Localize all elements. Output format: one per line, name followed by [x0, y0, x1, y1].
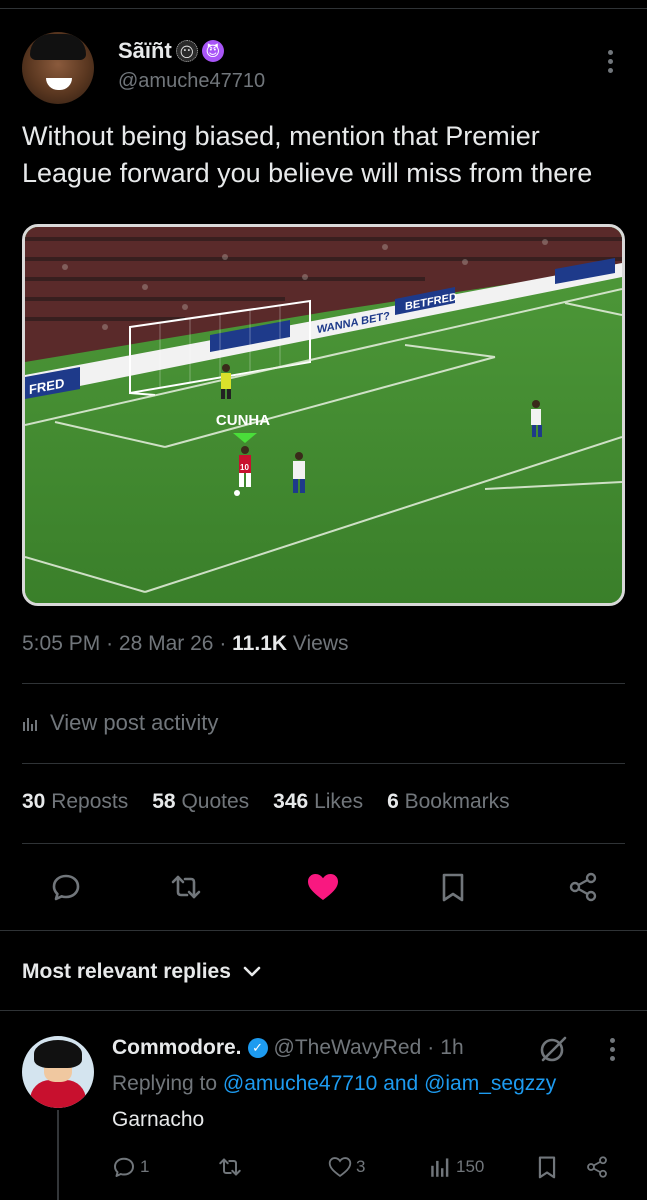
post-action-bar: [0, 862, 647, 912]
more-options-icon[interactable]: [600, 50, 620, 78]
post-text: Without being biased, mention that Premi…: [22, 121, 593, 188]
player-label: CUNHA: [216, 412, 270, 429]
reply-author-handle[interactable]: @TheWavyRed: [274, 1036, 422, 1060]
share-icon: [569, 872, 597, 902]
divider: [22, 843, 625, 844]
repost-button[interactable]: [166, 862, 206, 912]
reposts-stat[interactable]: 30 Reposts: [22, 790, 128, 814]
share-button[interactable]: [563, 862, 603, 912]
quotes-stat[interactable]: 58 Quotes: [152, 790, 249, 814]
chevron-down-icon: [243, 966, 261, 977]
emoji-neutral-face: 😶: [175, 40, 198, 62]
reply-icon: [52, 874, 80, 901]
section-divider: [0, 1010, 647, 1011]
reply-more-options-icon[interactable]: [604, 1038, 620, 1064]
views-label: Views: [292, 632, 349, 655]
replying-to-user-1[interactable]: @amuche47710: [223, 1072, 377, 1095]
top-divider: [0, 8, 647, 9]
share-icon: [587, 1156, 607, 1178]
reply-icon: [114, 1157, 134, 1177]
bookmarks-stat[interactable]: 6 Bookmarks: [387, 790, 510, 814]
reply-time: 1h: [440, 1036, 464, 1059]
replying-to-line: Replying to @amuche47710 and @iam_segzzy: [112, 1072, 557, 1095]
reply-replies-count: 1: [140, 1157, 150, 1176]
analytics-icon: [23, 718, 37, 731]
author-handle[interactable]: @amuche47710: [118, 70, 265, 93]
reply-views-count: 150: [456, 1157, 485, 1176]
grok-icon[interactable]: [538, 1034, 568, 1064]
reply-views-button[interactable]: 150: [430, 1150, 484, 1184]
heart-icon: [328, 1157, 352, 1178]
analytics-icon: [431, 1158, 449, 1177]
divider: [22, 763, 625, 764]
replies-sort-dropdown[interactable]: Most relevant replies: [22, 960, 261, 984]
engagement-stats: 30 Reposts 58 Quotes 346 Likes 6 Bookmar…: [22, 790, 510, 814]
reply-action-bar: 1 3 150: [0, 1150, 647, 1184]
view-post-activity-label: View post activity: [50, 710, 219, 735]
author-avatar[interactable]: [22, 32, 94, 104]
post-date: 28 Mar 26: [118, 632, 214, 655]
reply-share-button[interactable]: [585, 1150, 609, 1184]
reply-author-line: Commodore. ✓ @TheWavyRed · 1h: [112, 1036, 464, 1060]
bookmark-icon: [538, 1156, 556, 1179]
reply-button[interactable]: [46, 862, 86, 912]
post-media-image[interactable]: BETFRED WANNA BET? FRED 10 CUNHA: [22, 224, 625, 606]
emoji-devil: 😈: [201, 40, 224, 62]
reply-bookmark-button[interactable]: [536, 1150, 558, 1184]
reply-likes-count: 3: [356, 1157, 366, 1176]
replies-sort-label: Most relevant replies: [22, 960, 231, 983]
reply-like-button[interactable]: 3: [328, 1150, 365, 1184]
author-name[interactable]: Sãïñt 😶 😈: [118, 38, 224, 64]
views-count: 11.1K: [232, 632, 288, 655]
repost-icon: [171, 875, 201, 899]
like-button[interactable]: [303, 862, 343, 912]
author-display-name: Sãïñt: [118, 38, 172, 63]
likes-stat[interactable]: 346 Likes: [273, 790, 363, 814]
bookmark-button[interactable]: [433, 862, 473, 912]
verified-badge-icon: ✓: [247, 1038, 268, 1058]
heart-filled-icon: [308, 874, 338, 900]
repost-icon: [219, 1158, 241, 1176]
view-post-activity-link[interactable]: View post activity: [22, 710, 218, 736]
post-time: 5:05 PM: [22, 632, 101, 655]
replying-to-user-2[interactable]: @iam_segzzy: [424, 1072, 556, 1095]
reply-repost-button[interactable]: [218, 1150, 242, 1184]
section-divider: [0, 930, 647, 931]
reply-author-avatar[interactable]: [22, 1036, 94, 1108]
reply-author-name[interactable]: Commodore.: [112, 1036, 242, 1060]
divider: [22, 683, 625, 684]
player-number: 10: [240, 463, 249, 472]
reply-reply-button[interactable]: 1: [112, 1150, 149, 1184]
bookmark-icon: [442, 873, 464, 902]
reply-text: Garnacho: [112, 1108, 205, 1131]
post-meta: 5:05 PM · 28 Mar 26 · 11.1K Views: [22, 632, 349, 655]
